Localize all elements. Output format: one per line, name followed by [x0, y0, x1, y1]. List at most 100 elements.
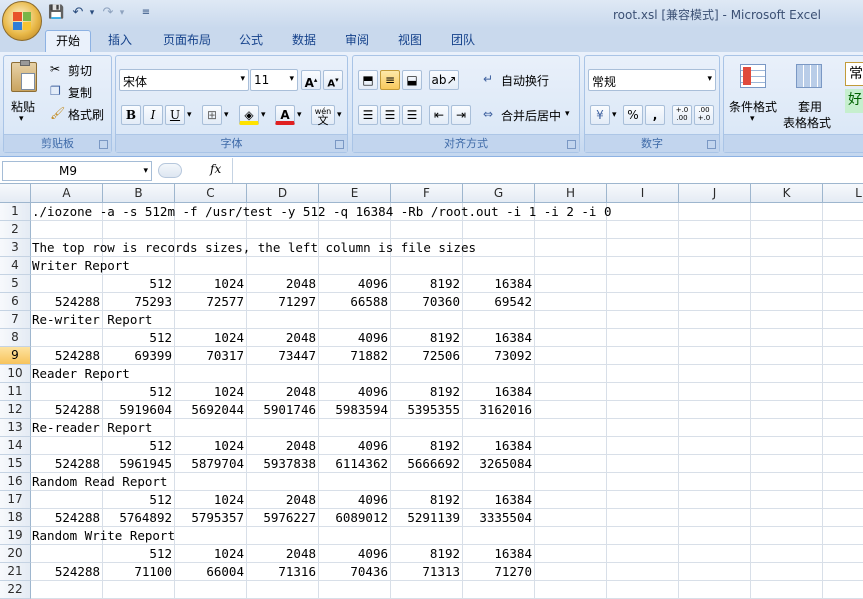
number-launcher-icon[interactable] — [707, 140, 716, 149]
decrease-decimal-button[interactable]: .00 +.0 — [694, 105, 714, 125]
cond-format-dropdown-icon[interactable]: ▾ — [750, 114, 755, 124]
cell-C9[interactable]: 70317 — [175, 347, 244, 365]
style-good[interactable]: 好 — [845, 89, 863, 113]
row-header-13[interactable]: 13 — [0, 419, 31, 437]
orientation-icon[interactable]: ab↗ — [429, 70, 459, 90]
copy-icon[interactable]: ❐ — [50, 84, 61, 98]
cell-B15[interactable]: 5961945 — [103, 455, 172, 473]
cell-G11[interactable]: 16384 — [463, 383, 532, 401]
insert-function-icon[interactable]: fx — [210, 162, 221, 176]
cell-G14[interactable]: 16384 — [463, 437, 532, 455]
phonetic-button[interactable]: wén 文 — [311, 105, 335, 126]
tab-page-layout[interactable]: 页面布局 — [152, 30, 222, 52]
alignment-launcher-icon[interactable] — [567, 140, 576, 149]
tab-view[interactable]: 视图 — [389, 30, 431, 52]
cell-F12[interactable]: 5395355 — [391, 401, 460, 419]
cut-button[interactable]: 剪切 — [68, 62, 92, 79]
formula-bar-splitter[interactable] — [158, 163, 182, 178]
cell-G21[interactable]: 71270 — [463, 563, 532, 581]
underline-button[interactable]: U — [165, 105, 185, 125]
undo-dropdown-icon[interactable]: ▾ — [84, 5, 100, 21]
cell-E8[interactable]: 4096 — [319, 329, 388, 347]
wrap-text-icon[interactable]: ↵ — [483, 72, 493, 86]
table-format-icon[interactable] — [796, 64, 822, 88]
cell-G17[interactable]: 16384 — [463, 491, 532, 509]
cell-D12[interactable]: 5901746 — [247, 401, 316, 419]
row-header-5[interactable]: 5 — [0, 275, 31, 293]
cell-C18[interactable]: 5795357 — [175, 509, 244, 527]
cell-B18[interactable]: 5764892 — [103, 509, 172, 527]
cell-A18[interactable]: 524288 — [31, 509, 100, 527]
cell-G18[interactable]: 3335504 — [463, 509, 532, 527]
cell-D14[interactable]: 2048 — [247, 437, 316, 455]
cell-F11[interactable]: 8192 — [391, 383, 460, 401]
row-header-21[interactable]: 21 — [0, 563, 31, 581]
cell-F9[interactable]: 72506 — [391, 347, 460, 365]
cell-C15[interactable]: 5879704 — [175, 455, 244, 473]
tab-review[interactable]: 审阅 — [336, 30, 378, 52]
cell-G5[interactable]: 16384 — [463, 275, 532, 293]
cell-B11[interactable]: 512 — [103, 383, 172, 401]
row-header-14[interactable]: 14 — [0, 437, 31, 455]
cell-B6[interactable]: 75293 — [103, 293, 172, 311]
column-header-C[interactable]: C — [175, 184, 247, 203]
cell-B14[interactable]: 512 — [103, 437, 172, 455]
table-format-label-1[interactable]: 套用 — [798, 98, 822, 115]
merge-center-button[interactable]: 合并后居中 — [501, 107, 561, 124]
decrease-indent-icon[interactable]: ⇤ — [429, 105, 449, 125]
row-header-2[interactable]: 2 — [0, 221, 31, 239]
cell-A4[interactable]: Writer Report — [32, 257, 130, 275]
cell-A9[interactable]: 524288 — [31, 347, 100, 365]
font-size-select[interactable]: 11 ▾ — [250, 69, 298, 91]
row-header-11[interactable]: 11 — [0, 383, 31, 401]
row-header-17[interactable]: 17 — [0, 491, 31, 509]
cell-A3[interactable]: The top row is records sizes, the left c… — [32, 239, 476, 257]
row-header-10[interactable]: 10 — [0, 365, 31, 383]
cell-E5[interactable]: 4096 — [319, 275, 388, 293]
font-color-button[interactable]: A — [275, 105, 295, 125]
cell-A16[interactable]: Random Read Report — [32, 473, 167, 491]
column-header-J[interactable]: J — [679, 184, 751, 203]
cell-D6[interactable]: 71297 — [247, 293, 316, 311]
cell-G9[interactable]: 73092 — [463, 347, 532, 365]
cell-D5[interactable]: 2048 — [247, 275, 316, 293]
cell-F21[interactable]: 71313 — [391, 563, 460, 581]
column-header-G[interactable]: G — [463, 184, 535, 203]
cell-A14[interactable] — [31, 437, 100, 455]
cell-B17[interactable]: 512 — [103, 491, 172, 509]
cell-E14[interactable]: 4096 — [319, 437, 388, 455]
row-header-7[interactable]: 7 — [0, 311, 31, 329]
cell-A12[interactable]: 524288 — [31, 401, 100, 419]
cell-D9[interactable]: 73447 — [247, 347, 316, 365]
cell-G15[interactable]: 3265084 — [463, 455, 532, 473]
cell-B12[interactable]: 5919604 — [103, 401, 172, 419]
row-header-20[interactable]: 20 — [0, 545, 31, 563]
cell-B5[interactable]: 512 — [103, 275, 172, 293]
style-normal[interactable]: 常 — [845, 62, 863, 86]
save-icon[interactable]: 💾 — [48, 5, 64, 21]
paste-icon[interactable] — [11, 60, 37, 92]
cell-F18[interactable]: 5291139 — [391, 509, 460, 527]
align-left-icon[interactable]: ☰ — [358, 105, 378, 125]
merge-dropdown-icon[interactable]: ▾ — [565, 109, 570, 119]
align-middle-icon[interactable]: ≡ — [380, 70, 400, 90]
row-header-4[interactable]: 4 — [0, 257, 31, 275]
cell-A1[interactable]: ./iozone -a -s 512m -f /usr/test -y 512 … — [32, 203, 611, 221]
cell-E17[interactable]: 4096 — [319, 491, 388, 509]
column-header-A[interactable]: A — [31, 184, 103, 203]
table-format-label-2[interactable]: 表格格式 — [783, 114, 831, 131]
cell-F5[interactable]: 8192 — [391, 275, 460, 293]
bold-button[interactable]: B — [121, 105, 141, 125]
office-button[interactable] — [2, 1, 42, 41]
cell-A7[interactable]: Re-writer Report — [32, 311, 152, 329]
cell-B8[interactable]: 512 — [103, 329, 172, 347]
cell-C17[interactable]: 1024 — [175, 491, 244, 509]
tab-home[interactable]: 开始 — [45, 30, 91, 52]
cell-A17[interactable] — [31, 491, 100, 509]
underline-dropdown-icon[interactable]: ▾ — [187, 110, 192, 120]
cell-D8[interactable]: 2048 — [247, 329, 316, 347]
cell-B20[interactable]: 512 — [103, 545, 172, 563]
cell-C5[interactable]: 1024 — [175, 275, 244, 293]
row-header-1[interactable]: 1 — [0, 203, 31, 221]
cell-F15[interactable]: 5666692 — [391, 455, 460, 473]
